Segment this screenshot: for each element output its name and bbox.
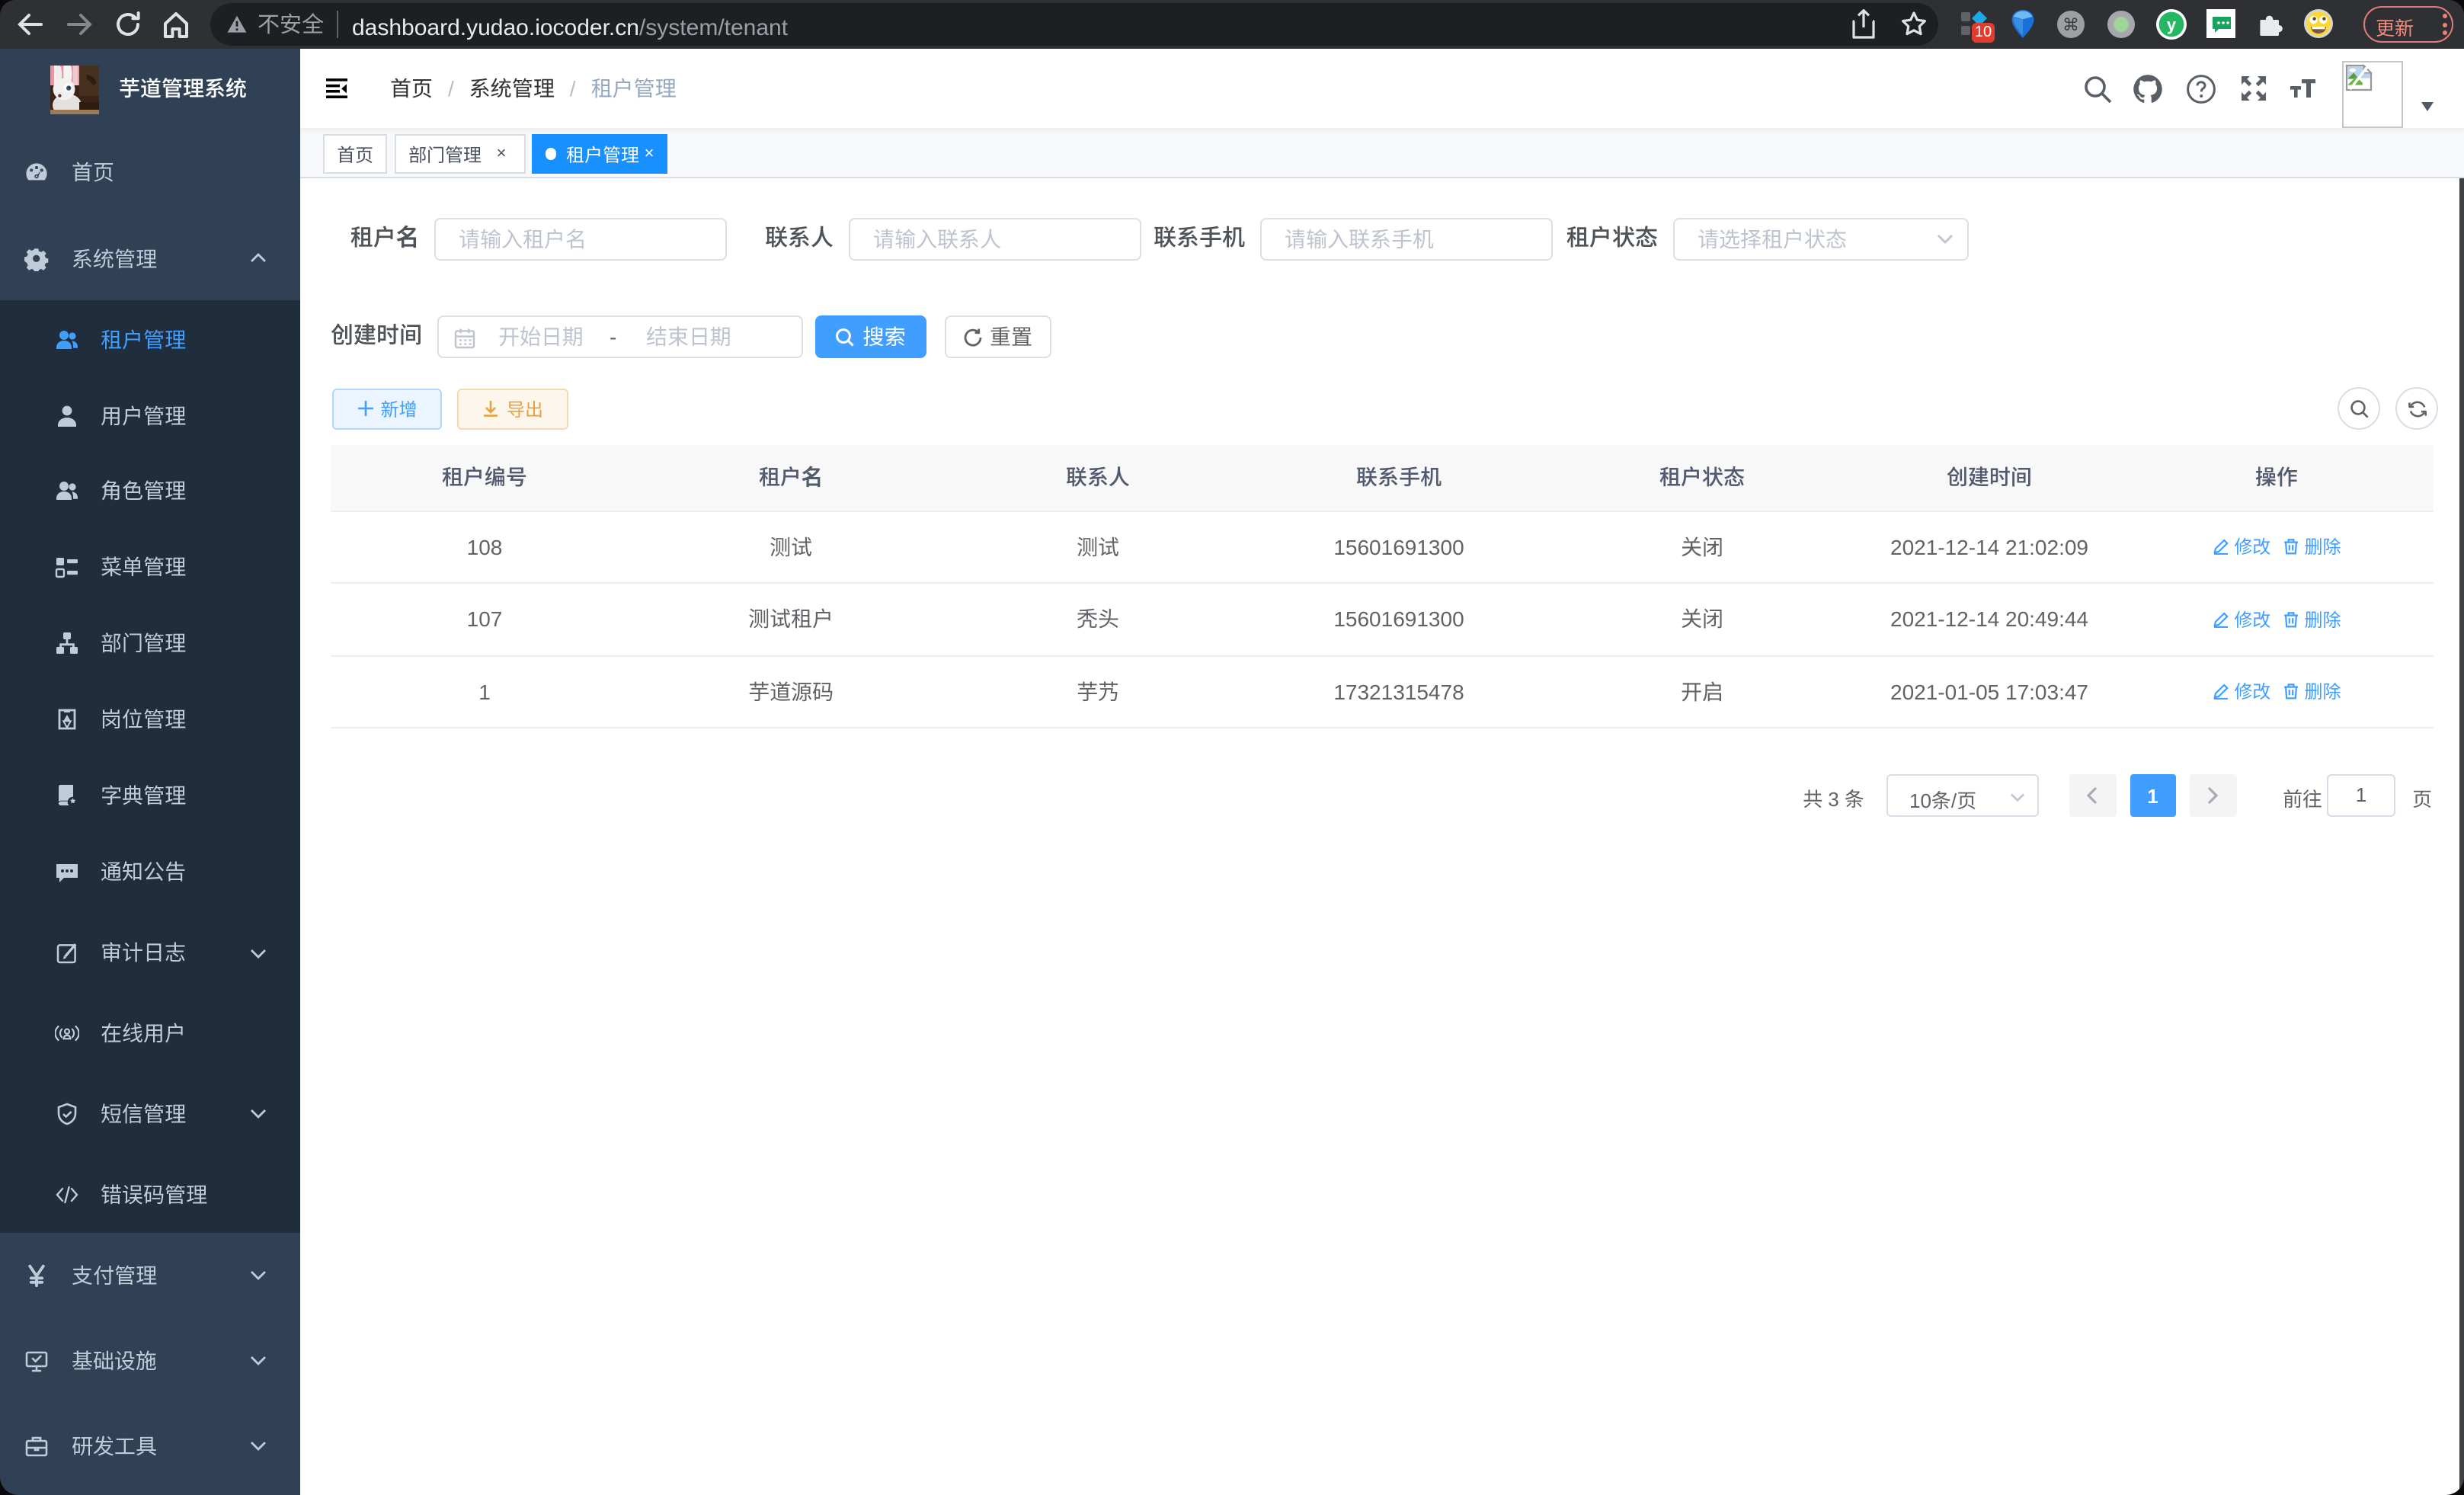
svg-text:⌘: ⌘: [2062, 15, 2079, 34]
svg-text:y: y: [2167, 15, 2177, 34]
